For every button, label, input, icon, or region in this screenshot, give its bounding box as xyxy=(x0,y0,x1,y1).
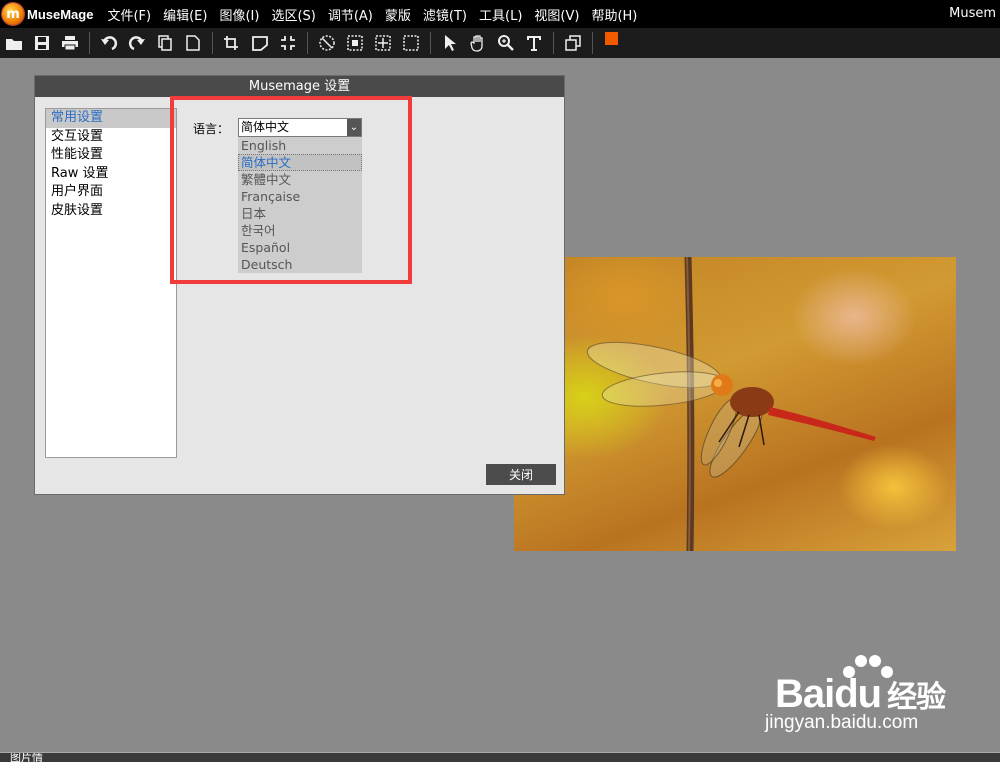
redo-icon[interactable] xyxy=(124,31,150,55)
pointer-icon[interactable] xyxy=(437,31,463,55)
watermark-brand: Baidu 经验 xyxy=(775,672,946,717)
menu-tools[interactable]: 工具(L) xyxy=(473,5,528,24)
transform-icon[interactable] xyxy=(247,31,273,55)
menu-edit[interactable]: 编辑(E) xyxy=(157,5,213,24)
toolbar-separator xyxy=(553,32,554,54)
window-title: Musem xyxy=(949,6,996,21)
undo-icon[interactable] xyxy=(96,31,122,55)
menu-image[interactable]: 图像(I) xyxy=(213,5,265,24)
app-logo-text: MuseMage xyxy=(27,6,94,22)
category-interaction[interactable]: 交互设置 xyxy=(46,128,176,147)
move-select-icon[interactable] xyxy=(370,31,396,55)
copy-icon[interactable] xyxy=(152,31,178,55)
menu-file[interactable]: 文件(F) xyxy=(101,5,157,24)
menu-view[interactable]: 视图(V) xyxy=(528,5,585,24)
app-logo: m MuseMage xyxy=(2,3,93,25)
crop-icon[interactable] xyxy=(219,31,245,55)
toolbar-separator xyxy=(89,32,90,54)
menu-filter[interactable]: 滤镜(T) xyxy=(417,5,473,24)
text-icon[interactable] xyxy=(521,31,547,55)
save-icon[interactable] xyxy=(29,31,55,55)
watermark-brand-cn: 经验 xyxy=(887,681,946,714)
category-raw[interactable]: Raw 设置 xyxy=(46,165,176,184)
baidu-watermark: Baidu 经验 jingyan.baidu.com xyxy=(765,652,990,742)
print-icon[interactable] xyxy=(57,31,83,55)
settings-category-list: 常用设置 交互设置 性能设置 Raw 设置 用户界面 皮肤设置 xyxy=(45,108,177,458)
color-swatch[interactable] xyxy=(602,30,628,56)
dragonfly-image xyxy=(586,257,876,551)
menu-mask[interactable]: 蒙版 xyxy=(379,5,417,24)
toolbar-separator xyxy=(592,32,593,54)
toolbar-separator xyxy=(307,32,308,54)
deselect-icon[interactable] xyxy=(314,31,340,55)
category-skin[interactable]: 皮肤设置 xyxy=(46,202,176,221)
annotation-highlight-box xyxy=(170,96,412,284)
new-doc-icon[interactable] xyxy=(180,31,206,55)
dashed-select-icon[interactable] xyxy=(398,31,424,55)
watermark-url: jingyan.baidu.com xyxy=(765,712,919,733)
hand-icon[interactable] xyxy=(465,31,491,55)
toolbar-separator xyxy=(430,32,431,54)
rect-select-icon[interactable] xyxy=(342,31,368,55)
watermark-brand-head: Bai xyxy=(775,672,835,716)
close-button[interactable]: 关闭 xyxy=(486,464,556,485)
shrink-icon[interactable] xyxy=(275,31,301,55)
musemage-logo-icon: m xyxy=(2,3,24,25)
menu-help[interactable]: 帮助(H) xyxy=(585,5,643,24)
toolbar-separator xyxy=(212,32,213,54)
toolbar xyxy=(0,28,1000,58)
canvas-image xyxy=(514,257,956,551)
category-general[interactable]: 常用设置 xyxy=(46,109,176,128)
category-user-interface[interactable]: 用户界面 xyxy=(46,183,176,202)
zoom-icon[interactable] xyxy=(493,31,519,55)
category-performance[interactable]: 性能设置 xyxy=(46,146,176,165)
menu-bar: m MuseMage 文件(F) 编辑(E) 图像(I) 选区(S) 调节(A)… xyxy=(0,0,1000,28)
menu-adjust[interactable]: 调节(A) xyxy=(322,5,379,24)
menu-selection[interactable]: 选区(S) xyxy=(265,5,321,24)
dialog-title: Musemage 设置 xyxy=(35,76,564,97)
layers-icon[interactable] xyxy=(560,31,586,55)
watermark-brand-tail: du xyxy=(834,672,882,716)
open-icon[interactable] xyxy=(1,31,27,55)
foreground-color[interactable] xyxy=(605,32,618,45)
